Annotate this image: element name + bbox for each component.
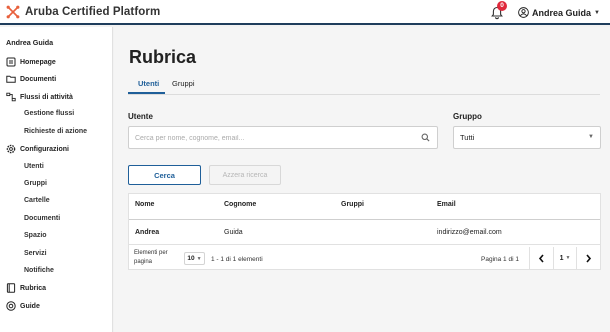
sidebar-item-label: Configurazioni: [20, 145, 69, 153]
sidebar-item-rubrica[interactable]: Rubrica: [6, 282, 46, 294]
sidebar-item-label: Rubrica: [20, 284, 47, 292]
tab-utenti[interactable]: Utenti: [138, 79, 159, 88]
sidebar-item-servizi[interactable]: Servizi: [24, 250, 47, 257]
header-divider: [129, 219, 600, 220]
user-menu[interactable]: Andrea Guida ▼: [518, 7, 600, 18]
sidebar-item-documenti[interactable]: Documenti: [6, 73, 56, 85]
user-name: Andrea Guida: [532, 7, 592, 18]
sidebar-item-cartelle[interactable]: Cartelle: [24, 197, 50, 204]
group-filter-label: Gruppo: [453, 112, 482, 121]
sidebar-item-documenti-config[interactable]: Documenti: [24, 215, 60, 222]
column-header-nome[interactable]: Nome: [135, 201, 154, 208]
per-page-label: Elementi per pagina: [134, 250, 168, 265]
sidebar-item-gestione-flussi[interactable]: Gestione flussi: [24, 110, 74, 117]
sidebar-item-spazio[interactable]: Spazio: [24, 232, 47, 239]
current-page: 1: [559, 254, 564, 262]
sidebar-item-gruppi[interactable]: Gruppi: [24, 180, 47, 187]
pagination-divider: [129, 244, 600, 245]
tabs-divider: [128, 94, 600, 95]
sidebar-item-notifiche[interactable]: Notifiche: [24, 267, 54, 274]
cell-email: indirizzo@email.com: [437, 229, 502, 236]
reset-search-button[interactable]: Azzera ricerca: [209, 165, 281, 185]
search-field: [128, 126, 438, 149]
home-icon: [6, 57, 16, 67]
sidebar-item-label: Flussi di attività: [20, 93, 73, 101]
sidebar-item-label: Documenti: [20, 75, 57, 83]
folder-icon: [6, 74, 16, 84]
sidebar-item-richieste-azione[interactable]: Richieste di azione: [24, 128, 87, 135]
column-header-cognome[interactable]: Cognome: [224, 201, 256, 208]
column-header-gruppi[interactable]: Gruppi: [341, 201, 364, 208]
app-title: Aruba Certified Platform: [25, 5, 161, 18]
aruba-logo-icon: [6, 5, 20, 18]
sidebar-item-label: Guide: [20, 302, 40, 310]
chevron-down-icon: ▼: [196, 255, 202, 262]
notifications-button[interactable]: 0: [490, 0, 508, 20]
workflow-icon: [6, 92, 16, 102]
tab-gruppi[interactable]: Gruppi: [172, 79, 195, 88]
cell-cognome: Guida: [224, 229, 243, 236]
page-title: Rubrica: [129, 47, 197, 67]
user-avatar-icon: [518, 7, 529, 18]
chevron-left-icon: [538, 253, 544, 263]
page-info: Pagina 1 di 1: [481, 256, 519, 263]
column-header-email[interactable]: Email: [437, 201, 456, 208]
address-book-icon: [6, 283, 16, 293]
sidebar: Andrea Guida Homepage Documenti Flussi d…: [0, 27, 113, 332]
top-bar: Aruba Certified Platform 0 Andrea Guida …: [0, 0, 610, 25]
sidebar-item-utenti[interactable]: Utenti: [24, 163, 44, 170]
per-page-select[interactable]: 10 ▼: [184, 252, 205, 265]
group-select-value: Tutti: [460, 133, 475, 142]
search-icon[interactable]: [421, 133, 430, 142]
sidebar-item-configurazioni[interactable]: Configurazioni: [6, 143, 69, 155]
sidebar-item-label: Homepage: [20, 58, 56, 66]
chevron-right-icon: [586, 253, 592, 263]
page-select[interactable]: 1 ▼: [553, 247, 576, 269]
chevron-down-icon: ▼: [588, 134, 594, 140]
help-icon: [6, 301, 16, 311]
search-input[interactable]: [129, 128, 409, 149]
sidebar-item-guide[interactable]: Guide: [6, 300, 40, 312]
prev-page-button[interactable]: [529, 247, 553, 269]
sidebar-item-flussi[interactable]: Flussi di attività: [6, 91, 73, 103]
sidebar-user-name: Andrea Guida: [6, 38, 54, 47]
group-select[interactable]: Tutti ▼: [453, 126, 601, 149]
search-button[interactable]: Cerca: [128, 165, 201, 185]
items-range: 1 - 1 di 1 elementi: [211, 256, 263, 263]
chevron-down-icon: ▼: [565, 255, 571, 261]
next-page-button[interactable]: [576, 247, 600, 269]
main-content: Rubrica Utenti Gruppi Utente Gruppo Tutt…: [114, 27, 610, 332]
sidebar-item-homepage[interactable]: Homepage: [6, 56, 56, 68]
gear-icon: [6, 144, 16, 154]
brand[interactable]: Aruba Certified Platform: [6, 5, 160, 19]
notification-badge: 0: [497, 0, 508, 11]
users-table: Nome Cognome Gruppi Email Andrea Guida i…: [128, 193, 601, 270]
cell-nome[interactable]: Andrea: [135, 229, 159, 236]
per-page-value: 10: [187, 255, 195, 262]
user-filter-label: Utente: [128, 112, 153, 121]
chevron-down-icon: ▼: [594, 9, 600, 16]
